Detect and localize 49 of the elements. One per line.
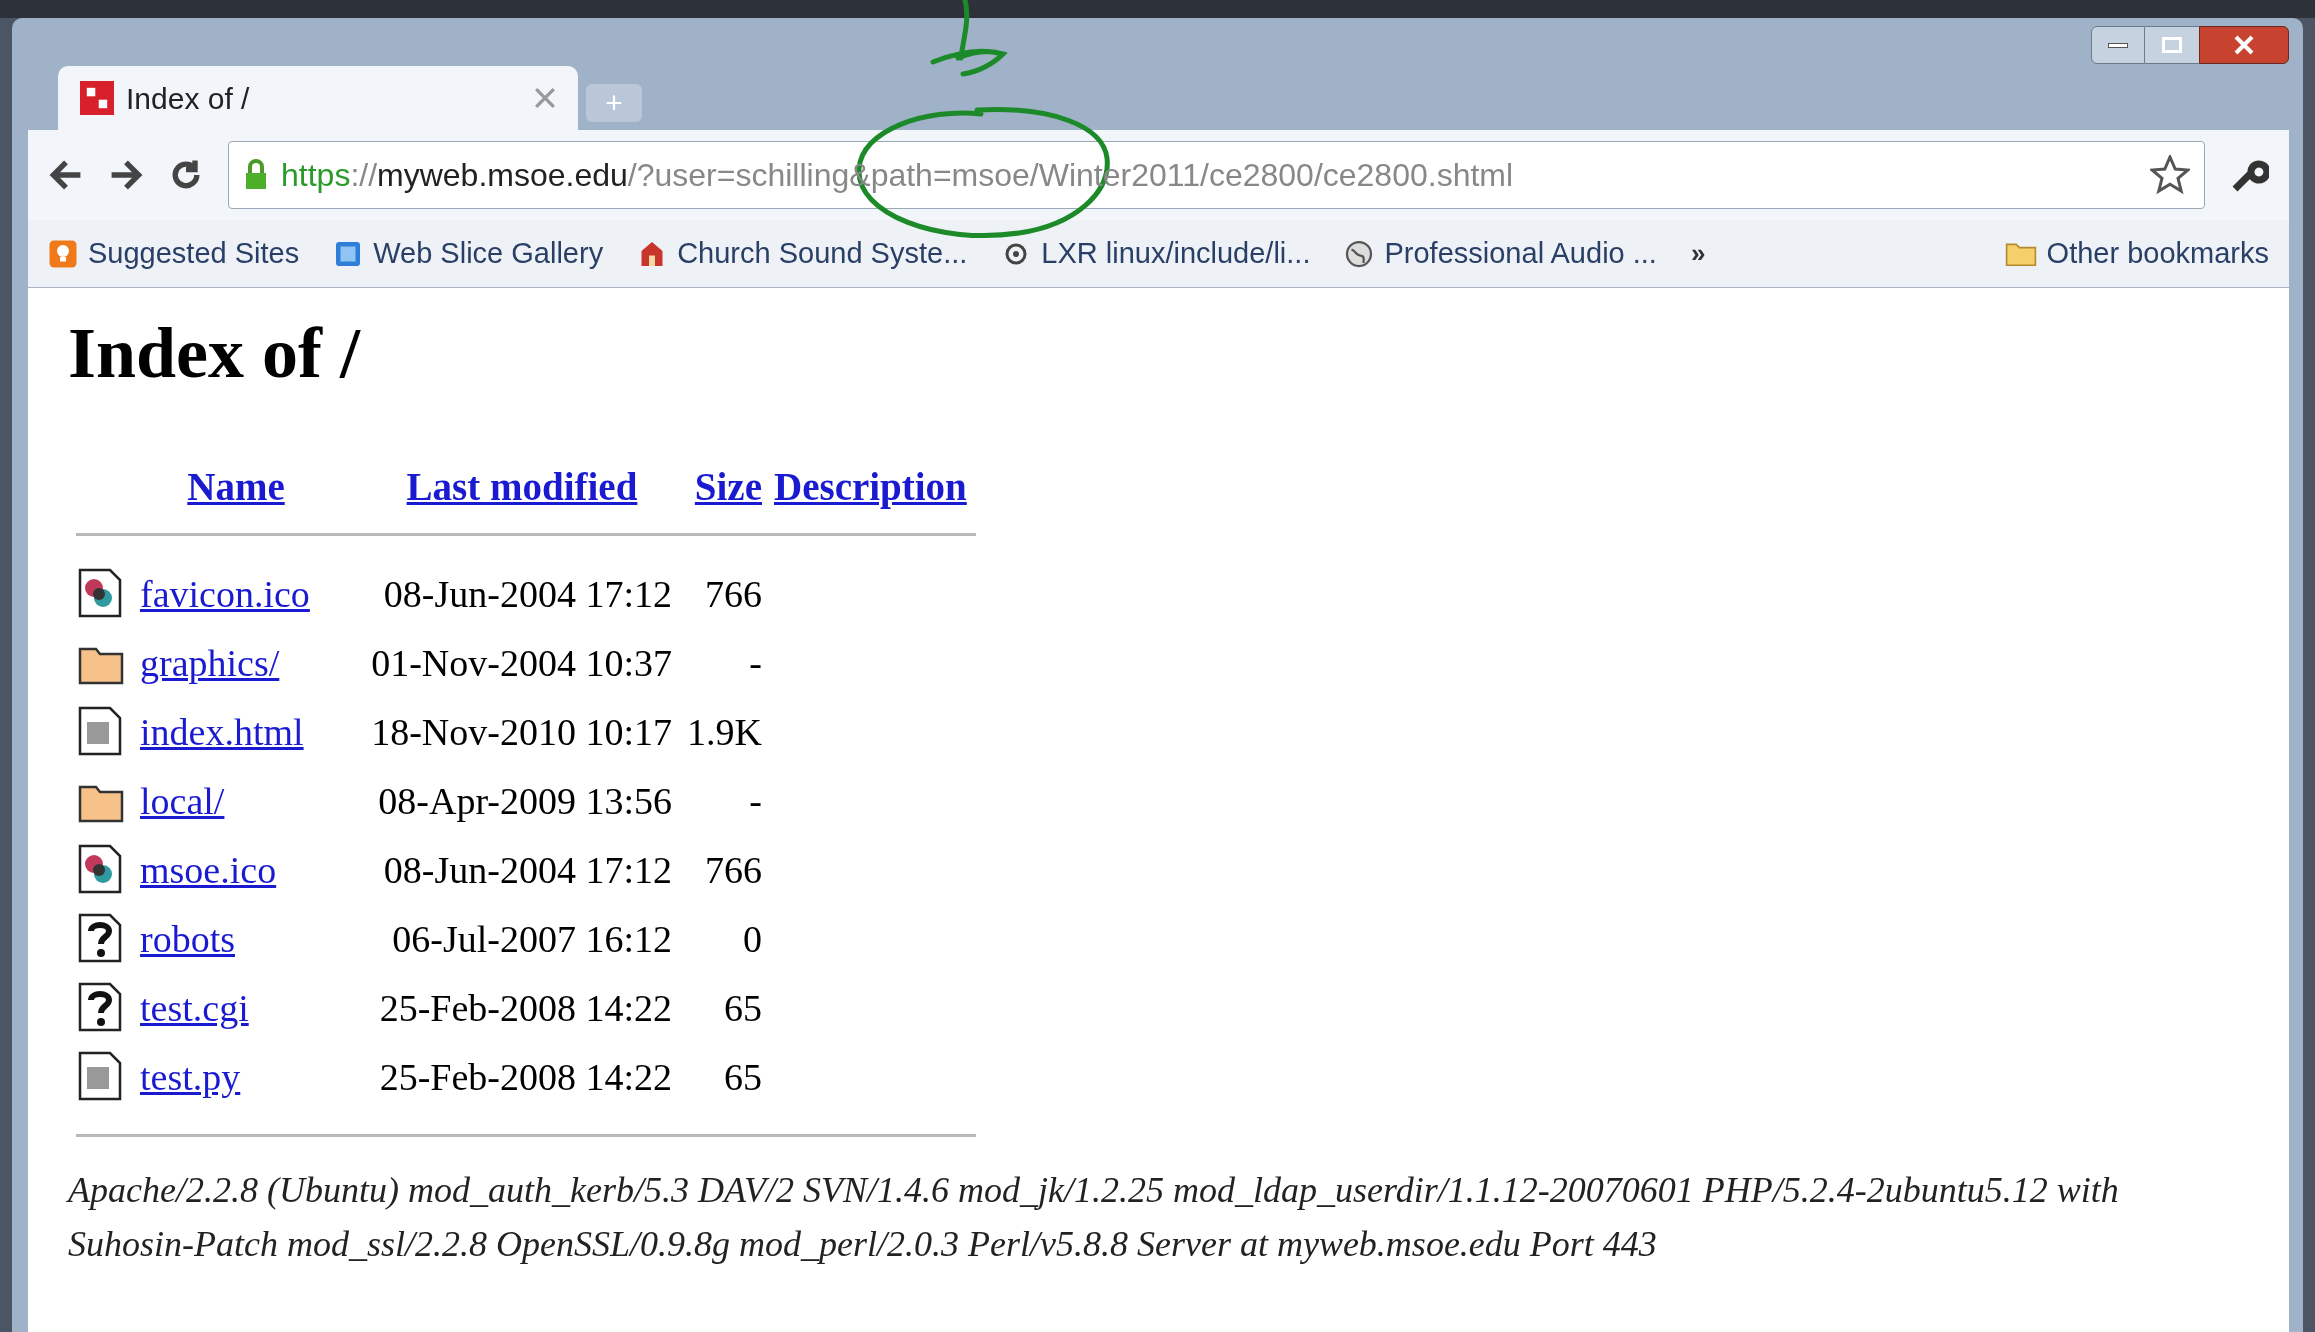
file-link[interactable]: graphics/ (140, 634, 280, 692)
other-bookmarks-link[interactable]: Other bookmarks (2004, 231, 2269, 276)
modified-date: 08-Jun-2004 17:12 (383, 847, 672, 893)
bookmark-link[interactable]: Professional Audio ... (1344, 231, 1657, 276)
file-link[interactable]: test.cgi (140, 979, 249, 1037)
column-header-link[interactable]: Size (694, 458, 762, 517)
bookmark-link[interactable]: Suggested Sites (48, 231, 300, 276)
modified-date: 08-Jun-2004 17:12 (383, 571, 672, 617)
file-link[interactable]: robots (140, 910, 235, 968)
modified-date: 08-Apr-2009 13:56 (378, 778, 672, 824)
file-size: - (749, 640, 762, 686)
file-size: 766 (705, 571, 762, 617)
file-size: 65 (724, 1054, 762, 1100)
page-heading: Index of / (68, 312, 361, 395)
file-size: 766 (705, 847, 762, 893)
modified-date: 06-Jul-2007 16:12 (392, 916, 672, 962)
file-link[interactable]: msoe.ico (140, 841, 277, 899)
modified-date: 25-Feb-2008 14:22 (379, 985, 672, 1031)
bookmark-link[interactable]: Web Slice Gallery (333, 231, 604, 276)
maximize-button[interactable] (2145, 26, 2199, 64)
star-icon[interactable] (2150, 155, 2190, 195)
modified-date: 25-Feb-2008 14:22 (379, 1054, 672, 1100)
file-size: - (749, 778, 762, 824)
column-header-link[interactable]: Description (774, 458, 967, 517)
minimize-button[interactable] (2091, 26, 2145, 64)
file-link[interactable]: favicon.ico (140, 565, 310, 623)
bookmark-link[interactable]: Church Sound Syste... (637, 231, 968, 276)
globe-icon (1344, 238, 1375, 269)
site-logo-icon (80, 81, 114, 115)
file-link[interactable]: test.py (140, 1048, 241, 1106)
file-link[interactable]: local/ (140, 772, 225, 830)
lock-icon (243, 159, 269, 191)
modified-date: 18-Nov-2010 10:17 (371, 709, 672, 755)
close-icon (2234, 35, 2254, 55)
tab-title: Index of / (126, 80, 251, 117)
close-icon[interactable] (534, 87, 556, 109)
modified-date: 01-Nov-2004 10:37 (371, 640, 672, 686)
file-size: 1.9K (687, 709, 762, 755)
file-size: 65 (724, 985, 762, 1031)
column-header-link[interactable]: Last modified (406, 458, 638, 517)
file-size: 0 (743, 916, 762, 962)
close-window-button[interactable] (2199, 26, 2289, 64)
lightbulb-icon (48, 238, 78, 269)
browser-tab[interactable]: Index of / (58, 66, 578, 130)
file-link[interactable]: index.html (140, 703, 304, 761)
bookmark-link[interactable]: LXR linux/include/li... (1001, 231, 1311, 276)
server-signature: Apache/2.2.8 (Ubuntu) mod_auth_kerb/5.3 DAV/2 SVN/1.4.6 mod_jk/1.2.25 mod_ldap_userdir/1.1.12-20070601 PHP/5.2.4-2ubuntu5.12 with Suhosin-Patch mod_ssl/2.2.8 OpenSSL/0.9.8g mod_perl/2.0.3 Perl/v5.8.8 Server at myweb.msoe.edu Port 443 (68, 1168, 2120, 1266)
column-header-link[interactable]: Name (187, 458, 285, 517)
bookmarks-overflow-chevron[interactable]: » (1690, 234, 1706, 273)
